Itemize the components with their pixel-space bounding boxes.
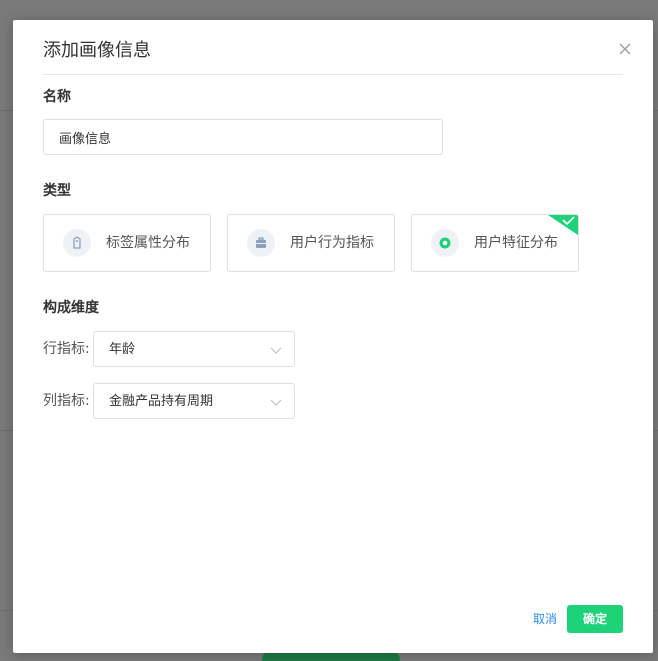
col-metric-value: 金融产品持有周期 bbox=[109, 394, 214, 409]
type-option-feature-distribution[interactable]: 用户特征分布 bbox=[411, 214, 579, 272]
type-option-label: 用户行为指标 bbox=[290, 235, 374, 251]
add-profile-dialog: 添加画像信息 名称 类型 标签属性分布 用户行为指标 bbox=[13, 20, 653, 653]
col-metric-select[interactable]: 金融产品持有周期 bbox=[93, 383, 295, 419]
close-icon[interactable] bbox=[616, 40, 634, 58]
row-metric-select[interactable]: 年龄 bbox=[93, 331, 295, 367]
type-option-tag-distribution[interactable]: 标签属性分布 bbox=[43, 214, 211, 272]
row-metric-value: 年龄 bbox=[109, 342, 136, 357]
title-divider bbox=[43, 74, 623, 75]
cancel-button[interactable]: 取消 bbox=[525, 607, 565, 631]
confirm-button[interactable]: 确定 bbox=[567, 605, 623, 633]
type-section-label: 类型 bbox=[43, 183, 71, 199]
name-section-label: 名称 bbox=[43, 89, 71, 105]
name-input[interactable] bbox=[43, 119, 443, 155]
type-option-label: 用户特征分布 bbox=[474, 235, 558, 251]
briefcase-icon bbox=[247, 229, 275, 257]
type-option-behavior-metrics[interactable]: 用户行为指标 bbox=[227, 214, 395, 272]
col-metric-label: 列指标: bbox=[43, 393, 90, 409]
chevron-down-icon bbox=[270, 347, 282, 354]
selected-check-icon bbox=[548, 215, 578, 235]
tag-icon bbox=[63, 229, 91, 257]
row-metric-label: 行指标: bbox=[43, 341, 90, 357]
dialog-title: 添加画像信息 bbox=[43, 40, 151, 61]
target-icon bbox=[431, 229, 459, 257]
chevron-down-icon bbox=[270, 399, 282, 406]
type-option-label: 标签属性分布 bbox=[106, 235, 190, 251]
dimension-section-label: 构成维度 bbox=[43, 300, 99, 316]
